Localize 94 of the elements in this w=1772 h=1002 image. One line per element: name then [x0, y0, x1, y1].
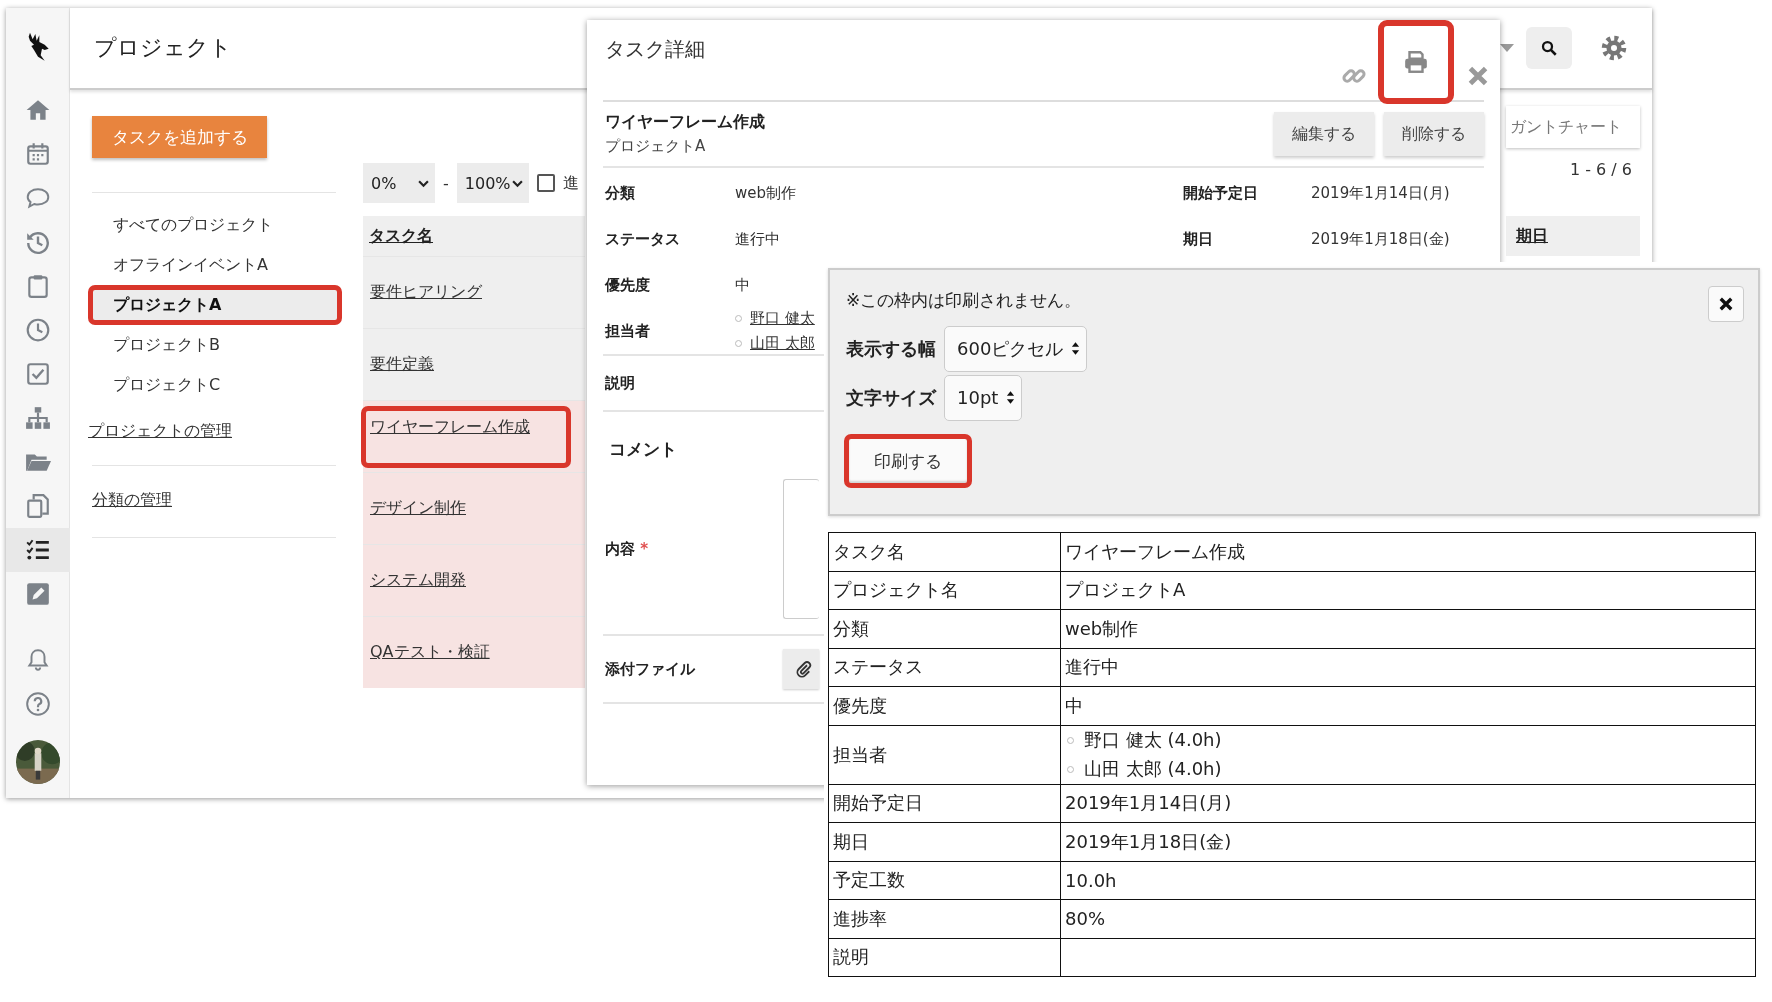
field-label: 担当者 [604, 321, 651, 341]
field-label: 優先度 [603, 275, 651, 295]
cell-text: 10.0h [1065, 869, 1117, 891]
cell-text: 2019年1月18日(金) [1065, 830, 1232, 852]
nav-link[interactable]: プロジェクトの管理 [84, 405, 345, 461]
table-cell: プロジェクト名 [828, 571, 1061, 610]
checkbox[interactable] [536, 174, 555, 192]
cell-text: 2019年1月14日(月) [1065, 792, 1232, 814]
table-cell: 開始予定日 [828, 784, 1061, 823]
edit-icon[interactable] [24, 581, 51, 607]
list-item-text: 野口 健太 (4.0h) [1084, 728, 1222, 752]
copy-icon[interactable] [24, 493, 51, 519]
table-cell: ステータス [828, 648, 1061, 687]
task-link[interactable]: QAテスト・検証 [361, 627, 499, 678]
column-header[interactable]: タスク名 [363, 216, 585, 256]
table-cell: タスク名 [828, 532, 1061, 571]
cell-text: 進行中 [1065, 656, 1119, 678]
checkbox-label: 進 [562, 172, 579, 194]
action-button[interactable]: 編集する [1274, 112, 1374, 156]
select-field[interactable]: 10pt [944, 374, 1023, 421]
hierarchy-icon[interactable] [24, 405, 51, 431]
table-cell: 担当者 [828, 725, 1061, 784]
select-field[interactable]: 600ピクセル [944, 325, 1088, 372]
field-label: 添付ファイル [604, 659, 696, 679]
page-title: プロジェクト [94, 34, 232, 62]
cell-text: ワイヤーフレーム作成 [1065, 540, 1245, 562]
project-nav-item[interactable]: プロジェクトC [88, 365, 342, 405]
table-cell: 進捗率 [828, 899, 1061, 938]
project-nav-item[interactable]: オフラインイベントA [88, 245, 342, 285]
gantt-chart-button[interactable]: ガントチャート [1506, 106, 1640, 148]
project-nav-item[interactable]: プロジェクトA [88, 285, 342, 325]
project-name: プロジェクトA [605, 137, 707, 156]
setting-label: 文字サイズ [845, 385, 936, 410]
cell-text: 80% [1065, 908, 1105, 930]
attach-button[interactable] [783, 649, 819, 689]
field-label: 内容 * [604, 539, 650, 559]
close-icon [1717, 295, 1735, 313]
nav-link[interactable]: 分類の管理 [92, 465, 336, 537]
cell-text: プロジェクトA [1065, 579, 1186, 601]
field-label: 開始予定日 [1182, 183, 1259, 203]
sidebar-item[interactable] [5, 528, 70, 572]
calendar-icon[interactable] [24, 141, 51, 167]
field-value: 進行中 [735, 229, 781, 249]
field-label: ステータス [604, 229, 681, 249]
chat-bubble-icon[interactable] [24, 185, 51, 211]
table-cell: 予定工数 [828, 861, 1061, 900]
help-icon[interactable] [24, 691, 51, 717]
stepper-icon [1071, 341, 1081, 356]
task-name: ワイヤーフレーム作成 [605, 112, 765, 133]
stepper-icon [1006, 390, 1016, 405]
search-button[interactable] [1526, 27, 1572, 69]
assignee-link[interactable]: 山田 太郎 [750, 334, 815, 353]
history-icon[interactable] [24, 229, 51, 255]
table-cell: 優先度 [828, 686, 1061, 725]
project-nav-item[interactable]: プロジェクトB [88, 325, 342, 365]
print-button[interactable]: 印刷する [844, 434, 972, 488]
project-nav-item[interactable]: すべてのプロジェクト [88, 205, 342, 245]
cell-text: web制作 [1065, 617, 1139, 639]
clock-icon[interactable] [24, 317, 51, 343]
field-value: web制作 [735, 183, 798, 203]
paperclip-icon [795, 660, 813, 678]
content-field[interactable] [783, 479, 819, 619]
cell-text: 中 [1065, 694, 1083, 716]
min-progress-select[interactable]: 0% [363, 163, 435, 203]
field-value: 中 [735, 275, 751, 295]
search-icon [1540, 39, 1558, 57]
column-header[interactable]: 期日 [1506, 216, 1640, 256]
settings-icon[interactable] [1600, 34, 1628, 62]
task-link[interactable]: デザイン制作 [361, 483, 475, 534]
task-link[interactable]: システム開発 [361, 555, 475, 606]
action-button[interactable]: 削除する [1384, 112, 1484, 156]
assignee-link[interactable]: 野口 健太 [750, 309, 815, 328]
list-item-text: 山田 太郎 (4.0h) [1084, 757, 1222, 781]
field-label: 説明 [604, 373, 635, 393]
setting-label: 表示する幅 [845, 336, 936, 361]
print-button[interactable] [1378, 20, 1454, 104]
pagination-text: 1 - 6 / 6 [1568, 159, 1633, 181]
table-cell: 期日 [828, 822, 1061, 861]
print-icon[interactable] [1403, 49, 1429, 75]
range-separator: - [443, 173, 449, 193]
task-link[interactable]: 要件定義 [361, 339, 443, 390]
panel-title: タスク詳細 [604, 36, 705, 63]
checkbox-icon[interactable] [24, 361, 51, 387]
max-progress-select[interactable]: 100% [456, 163, 529, 203]
task-link[interactable]: 要件ヒアリング [361, 267, 491, 318]
field-value: 2019年1月14日(月) [1311, 183, 1451, 203]
close-button[interactable] [1708, 286, 1744, 322]
table-cell: 説明 [828, 938, 1061, 977]
field-label: 期日 [1182, 229, 1214, 249]
table-cell: 分類 [828, 609, 1061, 648]
field-label: 分類 [604, 183, 636, 203]
notice-text: ※この枠内は印刷されません。 [845, 288, 1082, 312]
field-value: 2019年1月18日(金) [1311, 229, 1451, 249]
task-link[interactable]: ワイヤーフレーム作成 [361, 405, 571, 468]
